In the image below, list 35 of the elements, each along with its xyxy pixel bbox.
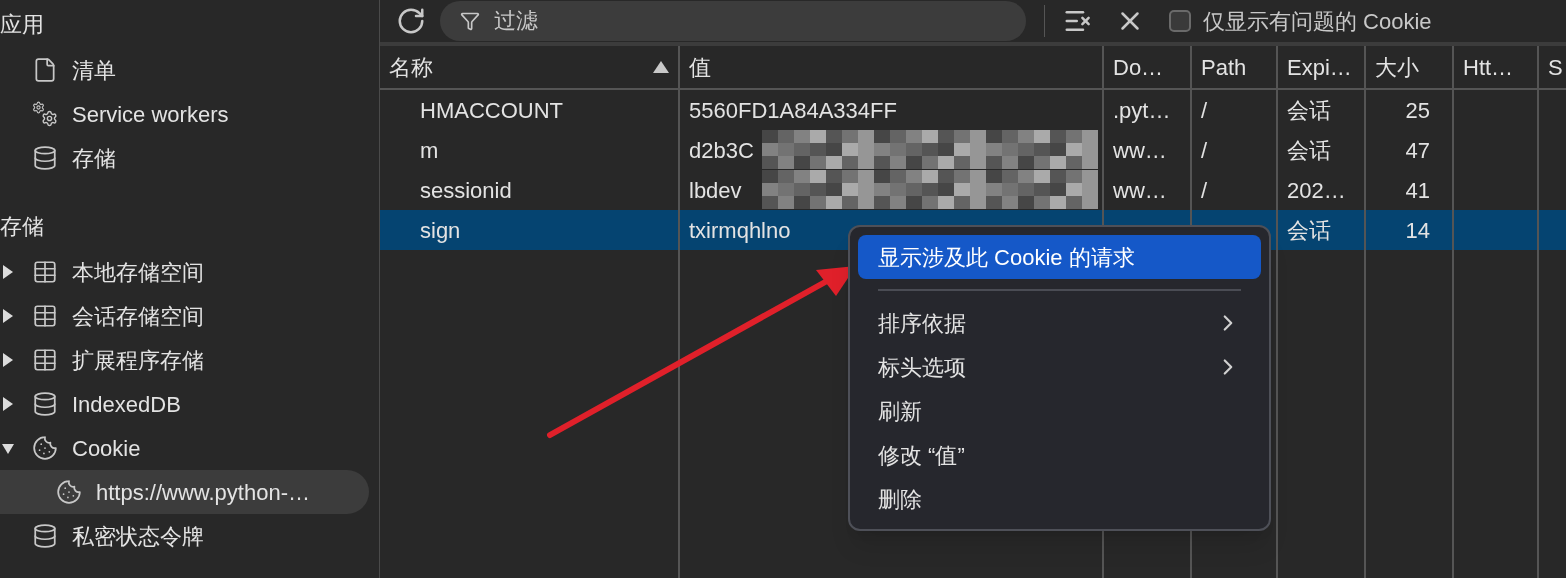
table-cell-text: ww… xyxy=(1113,136,1167,165)
sidebar-item-label: https://www.python-… xyxy=(96,478,310,507)
table-cell-text: ww… xyxy=(1113,176,1167,205)
sidebar-item-label: 私密状态令牌 xyxy=(72,522,204,551)
table-cell-text: .pyt… xyxy=(1113,96,1171,125)
sidebar-item-label: 会话存储空间 xyxy=(72,302,204,331)
table-cell-text: HMACCOUNT xyxy=(420,96,563,125)
table-cell-text: 202… xyxy=(1287,176,1346,205)
sidebar-section-title: 应用 xyxy=(0,10,45,39)
table-cell-text: sign xyxy=(420,216,461,245)
sidebar-item-label: 扩展程序存储 xyxy=(72,346,204,375)
table-cell-text: / xyxy=(1201,96,1208,125)
sidebar-item-label: Cookie xyxy=(72,434,141,463)
table-cell-text: lbdev xyxy=(689,176,742,205)
sidebar-section-title: 存储 xyxy=(0,212,45,241)
table-cell-text: 41 xyxy=(1405,176,1430,205)
checkbox-label: 仅显示有问题的 Cookie xyxy=(1203,7,1432,36)
sidebar-item-label: 存储 xyxy=(72,144,116,173)
table-cell-text: 5560FD1A84A334FF xyxy=(689,96,897,125)
table-cell-text: 14 xyxy=(1405,216,1430,245)
table-cell-text: / xyxy=(1201,176,1208,205)
sidebar-item-label: IndexedDB xyxy=(72,390,181,419)
table-cell-text: 会话 xyxy=(1287,216,1331,245)
table-cell-text: 47 xyxy=(1405,136,1430,165)
table-cell-text: / xyxy=(1201,136,1208,165)
sidebar-item-label: 本地存储空间 xyxy=(72,258,204,287)
table-cell-text: d2b3C xyxy=(689,136,754,165)
table-cell-text: sessionid xyxy=(420,176,512,205)
table-cell-text: 会话 xyxy=(1287,96,1331,125)
table-cell-text: txirmqhlno xyxy=(689,216,791,245)
sidebar-item-label: Service workers xyxy=(72,100,229,129)
sidebar-item-label: 清单 xyxy=(72,56,116,85)
table-cell-text: 会话 xyxy=(1287,136,1331,165)
table-cell-text: 25 xyxy=(1405,96,1430,125)
table-cell-text: m xyxy=(420,136,439,165)
